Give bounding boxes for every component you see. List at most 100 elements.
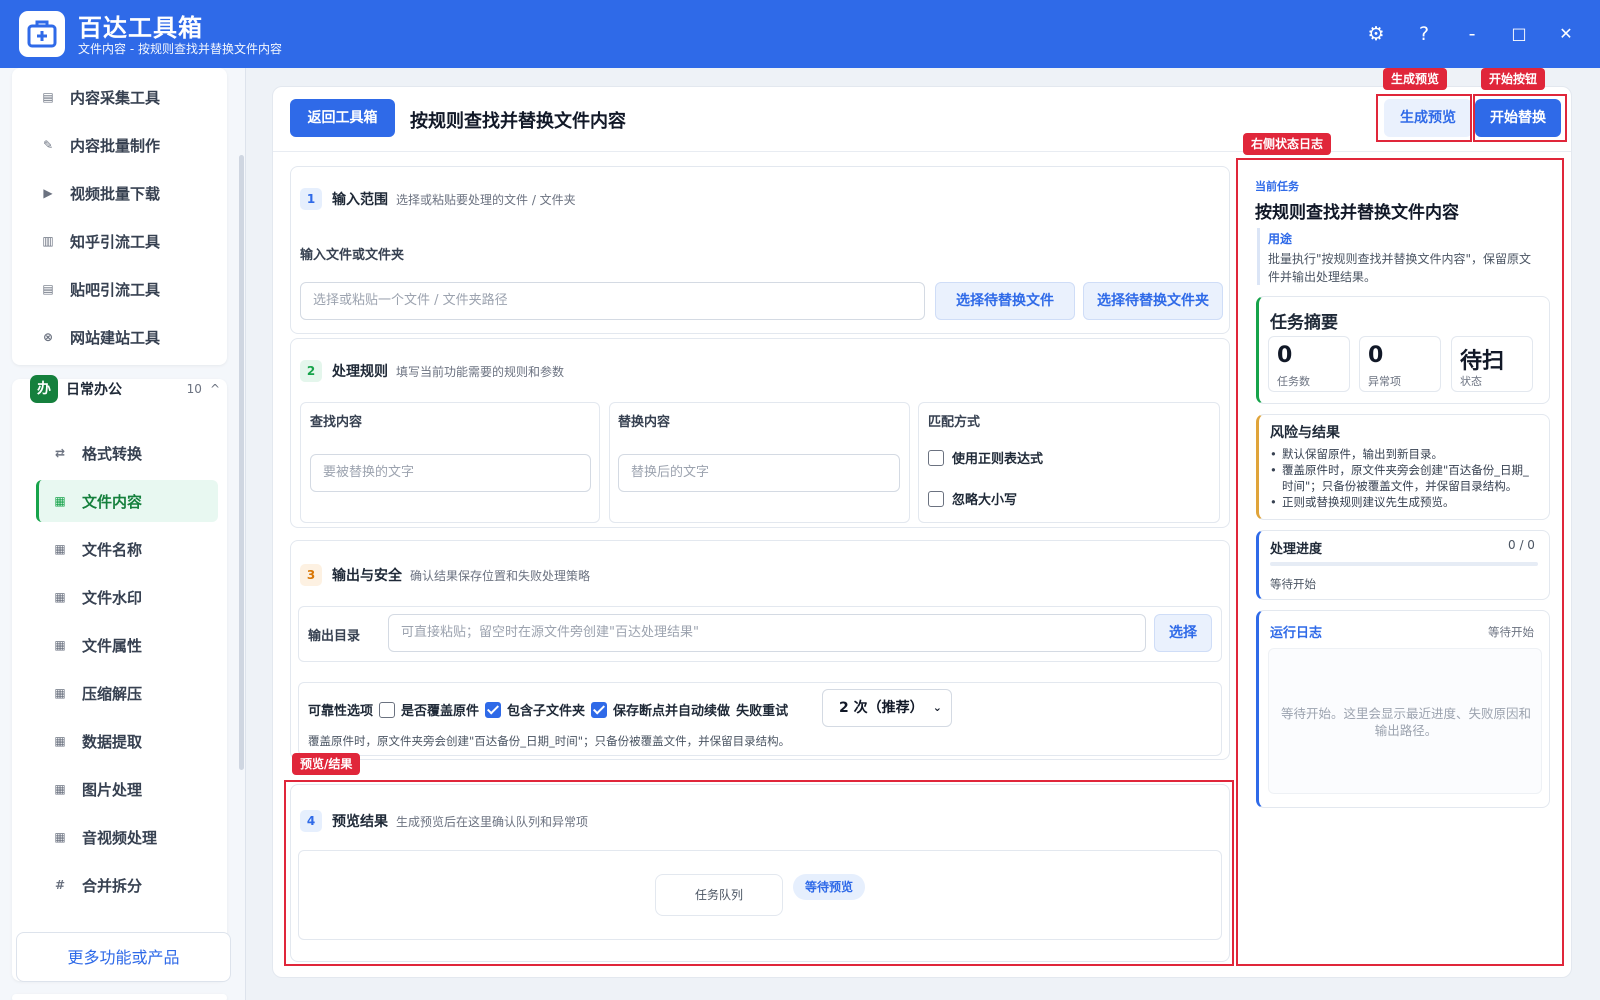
- annotation-tag-start: 开始按钮: [1481, 68, 1546, 90]
- section-number: 1: [300, 188, 322, 210]
- sidebar-item-extract[interactable]: ▦ 数据提取: [36, 720, 218, 762]
- annotation-tag-result: 预览/结果: [292, 753, 361, 775]
- section-hint: 确认结果保存位置和失败处理策略: [410, 568, 591, 583]
- input-path-field[interactable]: 选择或粘贴一个文件 / 文件夹路径: [300, 282, 925, 320]
- more-products-button[interactable]: 更多功能或产品: [16, 932, 231, 982]
- section-2-header: 2 处理规则 填写当前功能需要的规则和参数: [300, 360, 564, 382]
- resume-checkbox[interactable]: [591, 701, 608, 718]
- sidebar-item-format[interactable]: ⇄ 格式转换: [36, 432, 218, 474]
- hash-icon: #: [54, 878, 66, 892]
- globe-icon: ⊗: [42, 330, 54, 344]
- annotation-box-preview: [1376, 94, 1472, 142]
- maximize-button[interactable]: □: [1505, 20, 1533, 48]
- sidebar-item-website[interactable]: ⊗ 网站建站工具: [24, 316, 206, 358]
- sidebar-item-zhihu[interactable]: ▥ 知乎引流工具: [24, 220, 206, 262]
- list-icon: ▤: [42, 90, 54, 104]
- subfolders-checkbox[interactable]: [485, 701, 502, 718]
- book-icon: ▥: [42, 234, 54, 248]
- sidebar-group-office[interactable]: 办 日常办公 10 ^: [30, 372, 220, 406]
- nav-card-bottom: [12, 994, 227, 1000]
- select-folder-button[interactable]: 选择待替换文件夹: [1083, 282, 1223, 320]
- section-3-header: 3 输出与安全 确认结果保存位置和失败处理策略: [300, 564, 590, 586]
- page-title: 按规则查找并替换文件内容: [410, 111, 626, 132]
- ignore-case-checkbox[interactable]: [928, 490, 944, 507]
- match-label: 匹配方式: [928, 415, 981, 430]
- minimize-button[interactable]: -: [1458, 20, 1486, 48]
- section-number: 3: [300, 564, 322, 586]
- section-title: 输入范围: [332, 192, 388, 208]
- grid-icon: ▦: [54, 494, 66, 508]
- sidebar-item-watermark[interactable]: ▦ 文件水印: [36, 576, 218, 618]
- back-to-toolbox-button[interactable]: 返回工具箱: [290, 99, 395, 137]
- section-title: 输出与安全: [332, 568, 402, 584]
- resume-label: 保存断点并自动续做: [613, 704, 731, 719]
- help-icon[interactable]: ?: [1410, 20, 1438, 48]
- find-label: 查找内容: [310, 415, 363, 430]
- retry-select[interactable]: 2 次（推荐） ⌄: [822, 689, 952, 727]
- output-dir-label: 输出目录: [308, 629, 361, 644]
- video-icon: ▶: [43, 186, 53, 200]
- replace-label: 替换内容: [618, 415, 671, 430]
- ignore-case-option[interactable]: 忽略大小写: [928, 489, 1017, 508]
- section-1-header: 1 输入范围 选择或粘贴要处理的文件 / 文件夹: [300, 188, 576, 210]
- grid-icon: ▦: [54, 686, 66, 700]
- title-bar: 百达工具箱 文件内容 - 按规则查找并替换文件内容 ⚙ ? - □ ✕: [0, 0, 1600, 68]
- grid-icon: ▦: [54, 542, 66, 556]
- group-count: 10: [186, 382, 202, 396]
- settings-gear-icon[interactable]: ⚙: [1362, 20, 1390, 48]
- sidebar-item-image[interactable]: ▦ 图片处理: [36, 768, 218, 810]
- annotation-box-start: [1473, 94, 1567, 142]
- overwrite-note: 覆盖原件时，原文件夹旁会创建"百达备份_日期_时间"；只备份被覆盖文件，并保留目…: [308, 734, 791, 748]
- post-icon: ▤: [42, 282, 54, 296]
- sidebar-scrollbar[interactable]: [239, 155, 244, 770]
- find-input[interactable]: 要被替换的文字: [310, 454, 591, 492]
- grid-icon: ▦: [54, 638, 66, 652]
- grid-icon: ▦: [54, 830, 66, 844]
- annotation-tag-log: 右侧状态日志: [1243, 133, 1332, 155]
- annotation-tag-preview: 生成预览: [1383, 68, 1448, 90]
- regex-option[interactable]: 使用正则表达式: [928, 448, 1043, 467]
- pencil-icon: ✎: [42, 138, 54, 152]
- close-button[interactable]: ✕: [1552, 20, 1580, 48]
- annotation-box-log: [1236, 158, 1564, 966]
- input-path-label: 输入文件或文件夹: [300, 248, 405, 263]
- sidebar-item-batch-make[interactable]: ✎ 内容批量制作: [24, 124, 206, 166]
- annotation-box-result: [284, 780, 1234, 966]
- sidebar-item-file-name[interactable]: ▦ 文件名称: [36, 528, 218, 570]
- grid-icon: ▦: [54, 590, 66, 604]
- sidebar-item-file-attr[interactable]: ▦ 文件属性: [36, 624, 218, 666]
- replace-input[interactable]: 替换后的文字: [618, 454, 900, 492]
- sidebar-item-tieba[interactable]: ▤ 贴吧引流工具: [24, 268, 206, 310]
- toolbox-icon: [27, 20, 57, 48]
- choose-output-button[interactable]: 选择: [1154, 614, 1212, 652]
- regex-checkbox[interactable]: [928, 449, 944, 466]
- section-hint: 选择或粘贴要处理的文件 / 文件夹: [396, 192, 576, 207]
- header-divider: [273, 151, 1571, 152]
- sidebar-item-content-collect[interactable]: ▤ 内容采集工具: [24, 76, 206, 118]
- overwrite-label: 是否覆盖原件: [401, 704, 480, 719]
- group-name: 日常办公: [66, 382, 122, 398]
- sidebar-item-merge[interactable]: # 合并拆分: [36, 864, 218, 906]
- group-badge: 办: [30, 375, 58, 403]
- app-title: 百达工具箱: [78, 14, 203, 42]
- retry-label: 失败重试: [736, 704, 789, 719]
- section-hint: 填写当前功能需要的规则和参数: [396, 364, 565, 379]
- grid-icon: ▦: [54, 782, 66, 796]
- grid-icon: ▦: [54, 734, 66, 748]
- chevron-up-icon[interactable]: ^: [210, 382, 220, 396]
- reliability-options: 可靠性选项 是否覆盖原件 包含子文件夹 保存断点并自动续做 失败重试: [308, 700, 788, 719]
- section-number: 2: [300, 360, 322, 382]
- sidebar-item-file-content[interactable]: ▦ 文件内容: [36, 480, 218, 522]
- sidebar-item-av[interactable]: ▦ 音视频处理: [36, 816, 218, 858]
- reliability-label: 可靠性选项: [308, 704, 374, 719]
- section-title: 处理规则: [332, 364, 388, 380]
- output-dir-input[interactable]: 可直接粘贴；留空时在源文件旁创建"百达处理结果": [388, 614, 1146, 652]
- select-file-button[interactable]: 选择待替换文件: [935, 282, 1075, 320]
- app-logo: [19, 11, 65, 57]
- app-subtitle: 文件内容 - 按规则查找并替换文件内容: [78, 42, 282, 56]
- sidebar-item-compress[interactable]: ▦ 压缩解压: [36, 672, 218, 714]
- sidebar-item-video-download[interactable]: ▶ 视频批量下载: [24, 172, 206, 214]
- chevron-down-icon: ⌄: [932, 701, 942, 714]
- overwrite-checkbox[interactable]: [379, 701, 396, 718]
- swap-icon: ⇄: [54, 446, 66, 460]
